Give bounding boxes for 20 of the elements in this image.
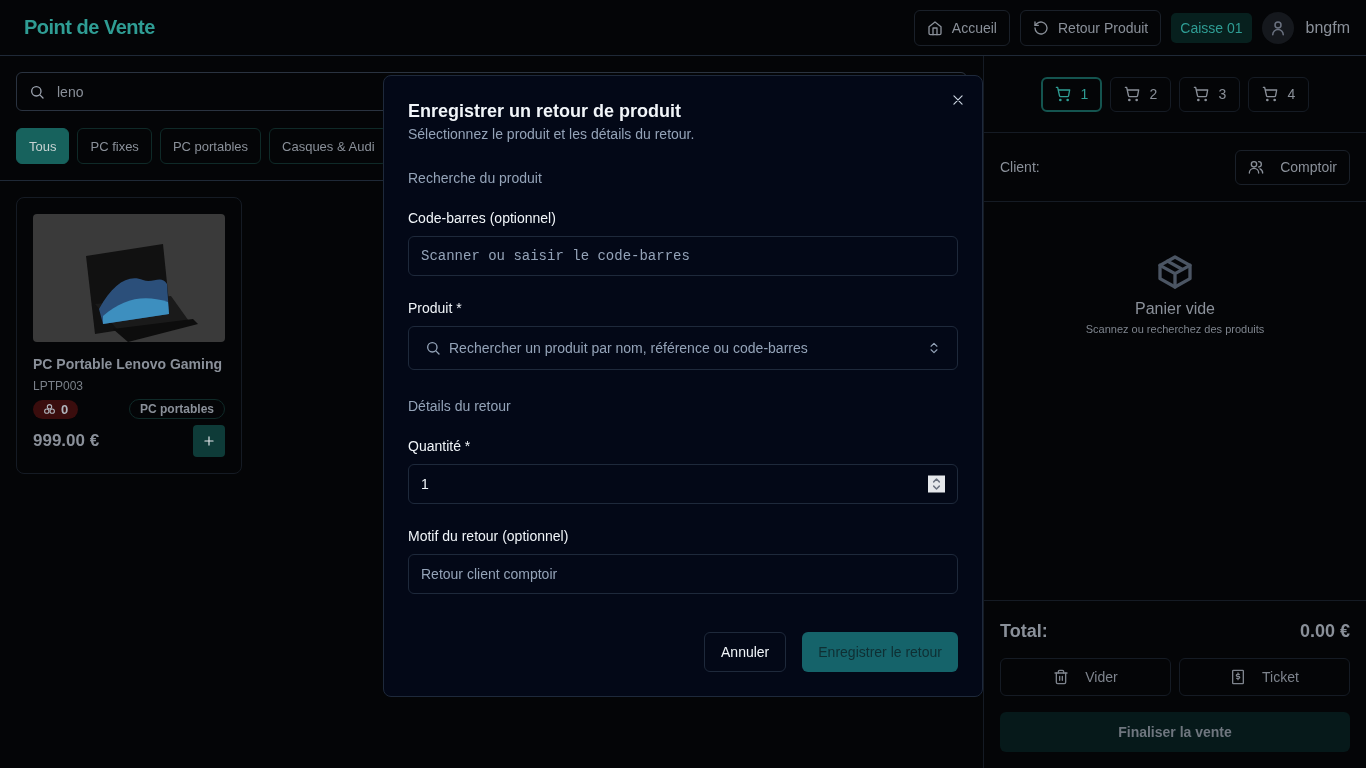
product-name: PC Portable Lenovo Gaming [33, 356, 224, 372]
dialog-title: Enregistrer un retour de produit [408, 101, 683, 122]
register-badge: Caisse 01 [1171, 12, 1252, 43]
empty-cart-title: Panier vide [1134, 300, 1215, 318]
field-label: Motif du retour (optionnel) [408, 528, 570, 544]
empty-cart-hint: Scannez ou recherchez des produits [1085, 323, 1265, 335]
field-label: Produit * [408, 300, 463, 316]
product-sku: LPTP003 [33, 379, 85, 393]
app-title: Point de Vente [24, 16, 155, 39]
total-value: 0.00 € [1299, 621, 1350, 642]
field-label: Quantité * [408, 438, 472, 454]
field-label: Code-barres (optionnel) [408, 210, 557, 226]
user-name: bngfm [1305, 18, 1350, 37]
dialog-subtitle: Sélectionnez le produit et les détails du retour. [408, 126, 696, 142]
stock-badge: 0 [33, 399, 79, 419]
total-label: Total: [1000, 621, 1048, 642]
section-heading: Détails du retour [408, 398, 512, 414]
client-label: Client: [1000, 159, 1040, 175]
product-price: 999.00 € [33, 431, 100, 451]
section-heading: Recherche du produit [408, 170, 543, 186]
